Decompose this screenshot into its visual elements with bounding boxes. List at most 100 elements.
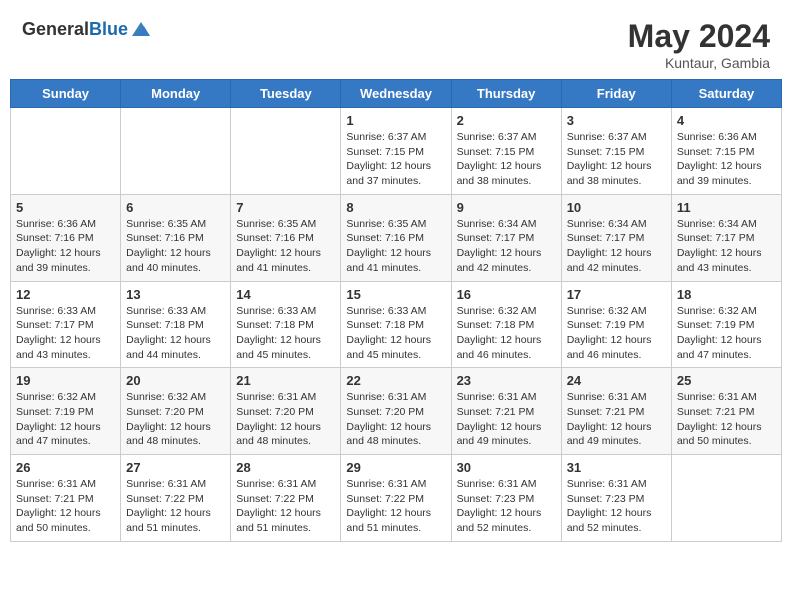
day-header-saturday: Saturday (671, 80, 781, 108)
day-number: 22 (346, 373, 445, 388)
calendar-cell: 9 Sunrise: 6:34 AMSunset: 7:17 PMDaylight… (451, 194, 561, 281)
day-info: Sunrise: 6:31 AMSunset: 7:20 PMDaylight:… (346, 390, 445, 449)
calendar-cell: 19 Sunrise: 6:32 AMSunset: 7:19 PMDayligh… (11, 368, 121, 455)
day-number: 21 (236, 373, 335, 388)
calendar-cell (671, 455, 781, 542)
location-title: Kuntaur, Gambia (628, 55, 770, 71)
day-number: 12 (16, 287, 115, 302)
day-number: 24 (567, 373, 666, 388)
calendar-cell: 14 Sunrise: 6:33 AMSunset: 7:18 PMDayligh… (231, 281, 341, 368)
day-info: Sunrise: 6:31 AMSunset: 7:20 PMDaylight:… (236, 390, 335, 449)
day-info: Sunrise: 6:32 AMSunset: 7:20 PMDaylight:… (126, 390, 225, 449)
logo-general: General (22, 19, 89, 39)
day-info: Sunrise: 6:36 AMSunset: 7:16 PMDaylight:… (16, 217, 115, 276)
day-number: 11 (677, 200, 776, 215)
day-info: Sunrise: 6:32 AMSunset: 7:19 PMDaylight:… (567, 304, 666, 363)
day-info: Sunrise: 6:31 AMSunset: 7:21 PMDaylight:… (457, 390, 556, 449)
day-number: 25 (677, 373, 776, 388)
day-number: 26 (16, 460, 115, 475)
calendar-cell: 30 Sunrise: 6:31 AMSunset: 7:23 PMDayligh… (451, 455, 561, 542)
day-number: 9 (457, 200, 556, 215)
calendar-cell: 31 Sunrise: 6:31 AMSunset: 7:23 PMDayligh… (561, 455, 671, 542)
day-info: Sunrise: 6:35 AMSunset: 7:16 PMDaylight:… (236, 217, 335, 276)
calendar-cell: 1Sunrise: 6:37 AMSunset: 7:15 PMDaylight… (341, 108, 451, 195)
day-number: 18 (677, 287, 776, 302)
day-number: 2 (457, 113, 556, 128)
day-header-friday: Friday (561, 80, 671, 108)
calendar-cell: 24 Sunrise: 6:31 AMSunset: 7:21 PMDayligh… (561, 368, 671, 455)
day-info: Sunrise: 6:31 AMSunset: 7:23 PMDaylight:… (567, 477, 666, 536)
day-info: Sunrise: 6:31 AMSunset: 7:23 PMDaylight:… (457, 477, 556, 536)
day-info: Sunrise: 6:33 AMSunset: 7:18 PMDaylight:… (346, 304, 445, 363)
calendar-cell: 16Sunrise: 6:32 AMSunset: 7:18 PMDayligh… (451, 281, 561, 368)
day-info: Sunrise: 6:34 AMSunset: 7:17 PMDaylight:… (677, 217, 776, 276)
day-info: Sunrise: 6:35 AMSunset: 7:16 PMDaylight:… (126, 217, 225, 276)
day-number: 7 (236, 200, 335, 215)
day-number: 8 (346, 200, 445, 215)
day-info: Sunrise: 6:32 AMSunset: 7:19 PMDaylight:… (16, 390, 115, 449)
calendar-cell: 4 Sunrise: 6:36 AMSunset: 7:15 PMDaylight… (671, 108, 781, 195)
calendar-cell: 22 Sunrise: 6:31 AMSunset: 7:20 PMDayligh… (341, 368, 451, 455)
month-title: May 2024 (628, 18, 770, 55)
day-number: 10 (567, 200, 666, 215)
calendar-table: SundayMondayTuesdayWednesdayThursdayFrid… (10, 79, 782, 542)
day-header-sunday: Sunday (11, 80, 121, 108)
logo-blue: Blue (89, 19, 128, 39)
calendar-cell: 6Sunrise: 6:35 AMSunset: 7:16 PMDaylight… (121, 194, 231, 281)
day-info: Sunrise: 6:37 AMSunset: 7:15 PMDaylight:… (457, 130, 556, 189)
calendar-cell: 27Sunrise: 6:31 AMSunset: 7:22 PMDayligh… (121, 455, 231, 542)
calendar-cell: 11 Sunrise: 6:34 AMSunset: 7:17 PMDayligh… (671, 194, 781, 281)
day-info: Sunrise: 6:31 AMSunset: 7:22 PMDaylight:… (236, 477, 335, 536)
day-number: 23 (457, 373, 556, 388)
day-info: Sunrise: 6:31 AMSunset: 7:21 PMDaylight:… (16, 477, 115, 536)
calendar-cell (121, 108, 231, 195)
calendar-cell (11, 108, 121, 195)
day-number: 17 (567, 287, 666, 302)
day-number: 1 (346, 113, 445, 128)
day-info: Sunrise: 6:32 AMSunset: 7:19 PMDaylight:… (677, 304, 776, 363)
day-number: 29 (346, 460, 445, 475)
day-info: Sunrise: 6:35 AMSunset: 7:16 PMDaylight:… (346, 217, 445, 276)
calendar-cell: 15Sunrise: 6:33 AMSunset: 7:18 PMDayligh… (341, 281, 451, 368)
day-number: 4 (677, 113, 776, 128)
calendar-cell: 29Sunrise: 6:31 AMSunset: 7:22 PMDayligh… (341, 455, 451, 542)
day-info: Sunrise: 6:31 AMSunset: 7:21 PMDaylight:… (567, 390, 666, 449)
day-info: Sunrise: 6:31 AMSunset: 7:21 PMDaylight:… (677, 390, 776, 449)
day-number: 20 (126, 373, 225, 388)
logo-icon (130, 18, 152, 40)
day-number: 19 (16, 373, 115, 388)
day-header-tuesday: Tuesday (231, 80, 341, 108)
calendar-cell: 25 Sunrise: 6:31 AMSunset: 7:21 PMDayligh… (671, 368, 781, 455)
calendar-cell: 21 Sunrise: 6:31 AMSunset: 7:20 PMDayligh… (231, 368, 341, 455)
day-info: Sunrise: 6:32 AMSunset: 7:18 PMDaylight:… (457, 304, 556, 363)
calendar-cell: 3 Sunrise: 6:37 AMSunset: 7:15 PMDaylight… (561, 108, 671, 195)
day-number: 5 (16, 200, 115, 215)
day-number: 13 (126, 287, 225, 302)
day-number: 27 (126, 460, 225, 475)
calendar-cell: 2 Sunrise: 6:37 AMSunset: 7:15 PMDaylight… (451, 108, 561, 195)
calendar-cell: 23 Sunrise: 6:31 AMSunset: 7:21 PMDayligh… (451, 368, 561, 455)
calendar-cell: 28 Sunrise: 6:31 AMSunset: 7:22 PMDayligh… (231, 455, 341, 542)
day-info: Sunrise: 6:34 AMSunset: 7:17 PMDaylight:… (457, 217, 556, 276)
day-info: Sunrise: 6:36 AMSunset: 7:15 PMDaylight:… (677, 130, 776, 189)
day-header-monday: Monday (121, 80, 231, 108)
day-header-wednesday: Wednesday (341, 80, 451, 108)
calendar-cell: 8 Sunrise: 6:35 AMSunset: 7:16 PMDaylight… (341, 194, 451, 281)
day-info: Sunrise: 6:33 AMSunset: 7:18 PMDaylight:… (236, 304, 335, 363)
calendar-cell: 20 Sunrise: 6:32 AMSunset: 7:20 PMDayligh… (121, 368, 231, 455)
calendar-cell: 13Sunrise: 6:33 AMSunset: 7:18 PMDayligh… (121, 281, 231, 368)
title-area: May 2024 Kuntaur, Gambia (628, 18, 770, 71)
day-info: Sunrise: 6:37 AMSunset: 7:15 PMDaylight:… (567, 130, 666, 189)
day-header-thursday: Thursday (451, 80, 561, 108)
calendar-cell: 5 Sunrise: 6:36 AMSunset: 7:16 PMDaylight… (11, 194, 121, 281)
calendar-cell: 26 Sunrise: 6:31 AMSunset: 7:21 PMDayligh… (11, 455, 121, 542)
day-number: 3 (567, 113, 666, 128)
day-number: 31 (567, 460, 666, 475)
day-number: 28 (236, 460, 335, 475)
day-info: Sunrise: 6:34 AMSunset: 7:17 PMDaylight:… (567, 217, 666, 276)
day-number: 14 (236, 287, 335, 302)
day-number: 30 (457, 460, 556, 475)
day-info: Sunrise: 6:33 AMSunset: 7:17 PMDaylight:… (16, 304, 115, 363)
calendar-cell: 10 Sunrise: 6:34 AMSunset: 7:17 PMDayligh… (561, 194, 671, 281)
calendar-cell (231, 108, 341, 195)
